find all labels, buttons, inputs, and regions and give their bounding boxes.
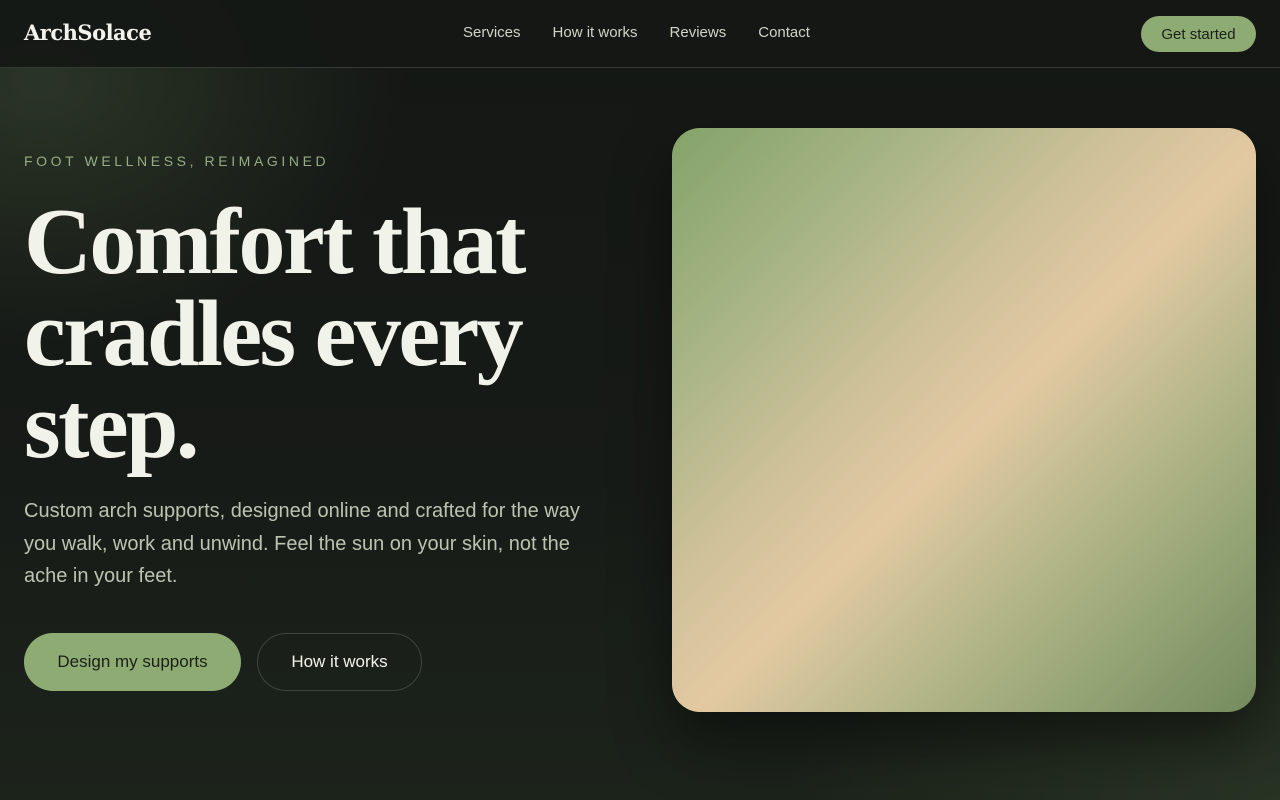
hero-subtitle: Custom arch supports, designed online an…	[24, 500, 580, 587]
design-supports-button[interactable]: Design my supports	[24, 633, 241, 691]
nav-link-reviews[interactable]: Reviews	[670, 24, 727, 41]
hero-title: Comfort that cradles every step.	[24, 190, 526, 478]
site-header: ArchSolace Services How it works Reviews…	[0, 0, 1280, 68]
main-nav: Services How it works Reviews Contact	[463, 24, 810, 41]
brand-logo[interactable]: ArchSolace	[24, 20, 152, 45]
get-started-button[interactable]: Get started	[1141, 16, 1256, 52]
hero-eyebrow: FOOT WELLNESS, REIMAGINED	[24, 153, 330, 169]
hero-image	[672, 128, 1256, 712]
nav-link-services[interactable]: Services	[463, 24, 521, 41]
nav-link-how-it-works[interactable]: How it works	[553, 24, 638, 41]
nav-link-contact[interactable]: Contact	[758, 24, 810, 41]
how-it-works-button[interactable]: How it works	[257, 633, 422, 691]
